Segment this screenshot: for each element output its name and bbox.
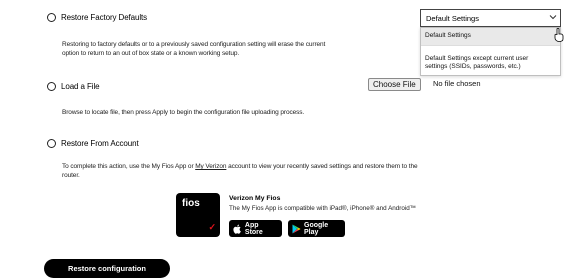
restore-account-desc-post: account to view your recently saved sett… bbox=[226, 163, 418, 170]
factory-description-line2: option to return to an out of box state … bbox=[62, 50, 240, 57]
promo-description: The My Fios App is compatible with iPad®… bbox=[229, 205, 417, 212]
dropdown-option-default[interactable]: Default Settings bbox=[421, 28, 560, 45]
dropdown-option-except-user[interactable]: Default Settings except current user set… bbox=[421, 44, 560, 75]
restore-configuration-button[interactable]: Restore configuration bbox=[44, 259, 170, 278]
load-file-option[interactable]: Load a File bbox=[47, 82, 100, 91]
restore-account-label: Restore From Account bbox=[61, 139, 139, 148]
load-file-label: Load a File bbox=[61, 82, 100, 91]
google-play-icon bbox=[292, 223, 301, 234]
factory-defaults-option[interactable]: Restore Factory Defaults bbox=[47, 13, 147, 22]
restore-account-option[interactable]: Restore From Account bbox=[47, 139, 139, 148]
restore-account-description-line2: router. bbox=[62, 172, 80, 179]
factory-defaults-description: Restoring to factory defaults or to a pr… bbox=[62, 40, 325, 58]
settings-select[interactable]: Default Settings bbox=[420, 9, 561, 27]
fios-logo-text: fios bbox=[182, 198, 200, 209]
factory-description-line1: Restoring to factory defaults or to a pr… bbox=[62, 41, 326, 48]
mouse-cursor-icon bbox=[554, 27, 564, 42]
load-file-description: Browse to locate file, then press Apply … bbox=[62, 109, 305, 116]
choose-file-button[interactable]: Choose File bbox=[368, 78, 421, 91]
factory-defaults-label: Restore Factory Defaults bbox=[61, 13, 148, 22]
restore-account-description-line1: To complete this action, use the My Fios… bbox=[62, 162, 418, 171]
google-play-badge[interactable]: Google Play bbox=[288, 220, 345, 237]
app-store-label: App Store bbox=[244, 221, 263, 236]
restore-account-desc-pre: To complete this action, use the My Fios… bbox=[62, 163, 196, 170]
factory-defaults-radio[interactable] bbox=[47, 13, 56, 22]
apple-icon bbox=[233, 223, 242, 234]
load-file-radio[interactable] bbox=[47, 82, 56, 91]
chevron-down-icon bbox=[549, 13, 557, 23]
fios-check-icon: ✓ bbox=[208, 222, 216, 232]
settings-select-value: Default Settings bbox=[426, 13, 479, 23]
fios-app-logo: fios ✓ bbox=[176, 193, 220, 237]
dropdown-option-line1: Default Settings except current user bbox=[425, 54, 529, 62]
restore-account-description: To complete this action, use the My Fios… bbox=[62, 162, 418, 180]
settings-dropdown-list: Default Settings Default Settings except… bbox=[420, 27, 561, 76]
dropdown-option-line2: settings (SSIDs, passwords, etc.) bbox=[425, 63, 521, 70]
app-store-badge[interactable]: App Store bbox=[229, 220, 282, 237]
restore-account-radio[interactable] bbox=[47, 139, 56, 148]
my-verizon-link[interactable]: My Verizon bbox=[195, 163, 226, 170]
promo-title: Verizon My Fios bbox=[229, 195, 281, 202]
google-play-label: Google Play bbox=[304, 221, 329, 236]
no-file-chosen-text: No file chosen bbox=[433, 79, 481, 88]
